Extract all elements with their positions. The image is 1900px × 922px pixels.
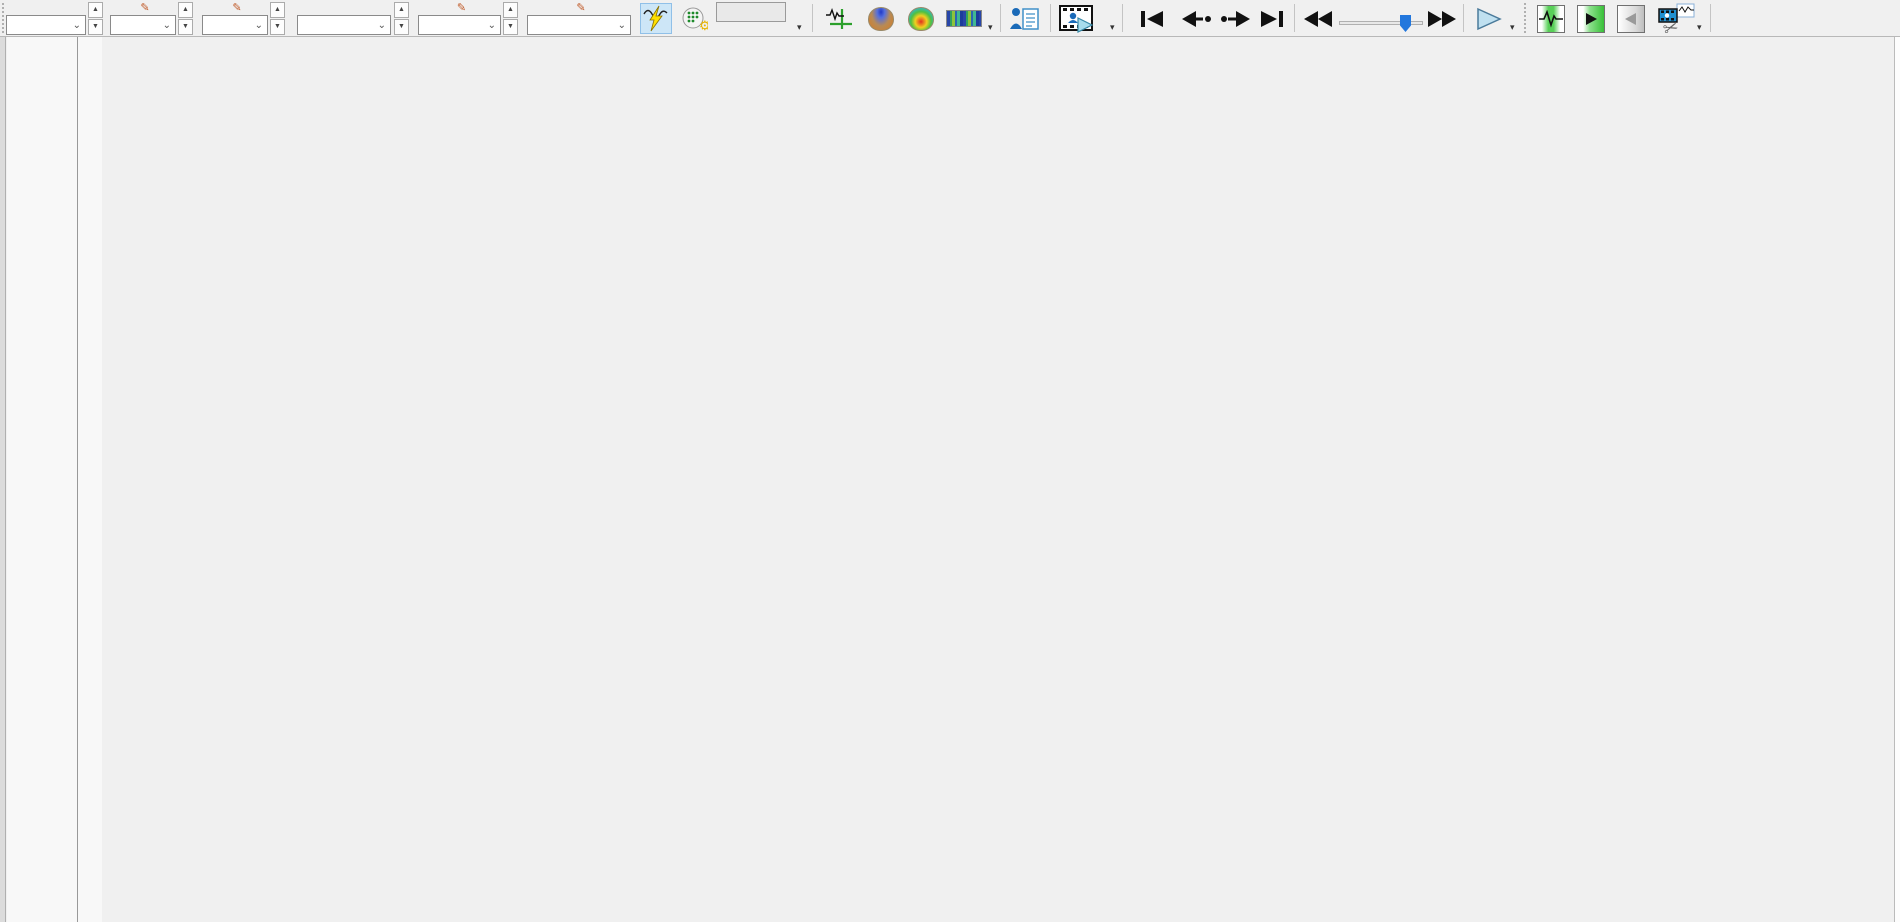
speed-slider[interactable] [1337,2,1427,34]
patient-info-button[interactable] [1006,3,1044,34]
chevron-down-icon[interactable]: ▾ [1697,22,1702,33]
eeg-review-window: ⌄ ▲ ▼ ✎ ⌄ ▲ ▼ ✎ ⌄ ▲ ▼ ⌄ ▲ ▼ ✎ ⌄ ▲ ▼ ✎ ⌄ … [0,0,1900,922]
channel-divider-line [77,37,78,922]
step-forward-icon [1221,10,1250,27]
chevron-down-icon: ⌄ [487,20,496,31]
topography-head-icon [868,6,894,31]
rewind-button[interactable] [1300,3,1336,34]
topography-button[interactable] [866,3,896,34]
play-back-icon [1617,4,1645,33]
chevron-down-icon: ⌄ [617,20,626,31]
topography-rainbow-button[interactable] [906,3,936,34]
display-length-field: ✎ ⌄ [418,1,501,35]
left-edge-strip [0,37,6,922]
topography-rainbow-icon [908,6,934,31]
chevron-down-icon[interactable]: ▾ [1510,22,1515,33]
sensitivity-field: ⌄ [6,1,86,35]
skip-to-end-button[interactable] [1256,3,1288,34]
sensitivity-stepper[interactable]: ▲ ▼ [88,2,103,35]
patient-info-icon [1010,7,1039,30]
video-clip-icon: ✂ [1658,3,1695,35]
toolbar-gripper [1524,3,1528,33]
speed-slider-thumb[interactable] [1400,15,1411,32]
video-playback-icon [1059,4,1094,33]
notch-filter-button[interactable] [640,3,672,34]
video-playback-button[interactable] [1056,3,1098,34]
hf-select[interactable]: ⌄ [202,15,268,35]
chevron-down-icon: ⌄ [254,20,263,31]
tc-field: ✎ ⌄ [110,1,176,35]
play-icon [1477,7,1502,30]
tc-stepper[interactable]: ▲ ▼ [178,2,193,35]
pattern-select[interactable]: ⌄ [297,15,391,35]
spectrogram-button[interactable] [944,3,984,34]
rewind-icon [1304,10,1332,27]
chevron-down-icon[interactable]: ▾ [1110,22,1115,33]
electrode-settings-button[interactable]: ⚙ [678,3,710,34]
chevron-down-icon: ⌄ [72,20,81,31]
chevron-down-icon[interactable]: ▾ [797,22,802,33]
play-green-icon [1577,4,1605,33]
hf-stepper[interactable]: ▲ ▼ [270,2,285,35]
event-marker-icon [826,7,852,29]
datetime-display [716,1,786,22]
play-button[interactable] [1470,3,1508,34]
pattern-label [297,1,391,14]
sensitivity-select[interactable]: ⌄ [6,15,86,35]
hf-field: ✎ ⌄ [202,1,268,35]
time-display[interactable] [716,2,786,22]
chevron-down-icon: ⌄ [377,20,386,31]
fast-forward-icon [1428,10,1456,27]
play-back-button[interactable] [1616,3,1646,34]
fast-forward-button[interactable] [1424,3,1460,34]
step-back-button[interactable] [1178,3,1214,34]
pattern-field: ⌄ [297,1,391,35]
pencil-icon[interactable]: ✎ [232,2,241,14]
skip-to-start-icon [1141,10,1163,27]
channel-label-panel [7,37,102,922]
chevron-down-icon[interactable]: ▾ [988,22,993,33]
skip-to-start-button[interactable] [1136,3,1168,34]
main-toolbar: ⌄ ▲ ▼ ✎ ⌄ ▲ ▼ ✎ ⌄ ▲ ▼ ⌄ ▲ ▼ ✎ ⌄ ▲ ▼ ✎ ⌄ … [0,0,1900,37]
event-marker-button[interactable] [820,3,856,34]
sensitivity-label [6,1,86,14]
skip-to-end-icon [1261,10,1283,27]
display-length-stepper[interactable]: ▲ ▼ [503,2,518,35]
eeg-review-button[interactable] [1536,3,1566,34]
chevron-down-icon: ⌄ [162,20,171,31]
svg-text:⚙: ⚙ [699,18,708,33]
pencil-icon[interactable]: ✎ [140,2,149,14]
step-forward-button[interactable] [1218,3,1254,34]
notch-50hz-filter-icon [643,5,668,31]
favorite-field: ✎ ⌄ [527,1,631,35]
eeg-trace-area[interactable] [102,37,1894,922]
pattern-stepper[interactable]: ▲ ▼ [394,2,409,35]
svg-text:✂: ✂ [1661,16,1682,35]
spectrogram-icon [946,10,982,27]
eeg-display-region [0,37,1900,922]
eeg-review-icon [1537,4,1565,33]
pencil-icon[interactable]: ✎ [576,2,585,14]
display-length-select[interactable]: ⌄ [418,15,501,35]
pencil-icon[interactable]: ✎ [457,2,466,14]
play-green-button[interactable] [1576,3,1606,34]
step-back-icon [1182,10,1211,27]
right-edge-strip [1894,37,1900,922]
electrode-settings-icon: ⚙ [682,7,708,33]
favorite-select[interactable]: ⌄ [527,15,631,35]
tc-select[interactable]: ⌄ [110,15,176,35]
video-clip-button[interactable]: ✂ [1654,3,1698,35]
